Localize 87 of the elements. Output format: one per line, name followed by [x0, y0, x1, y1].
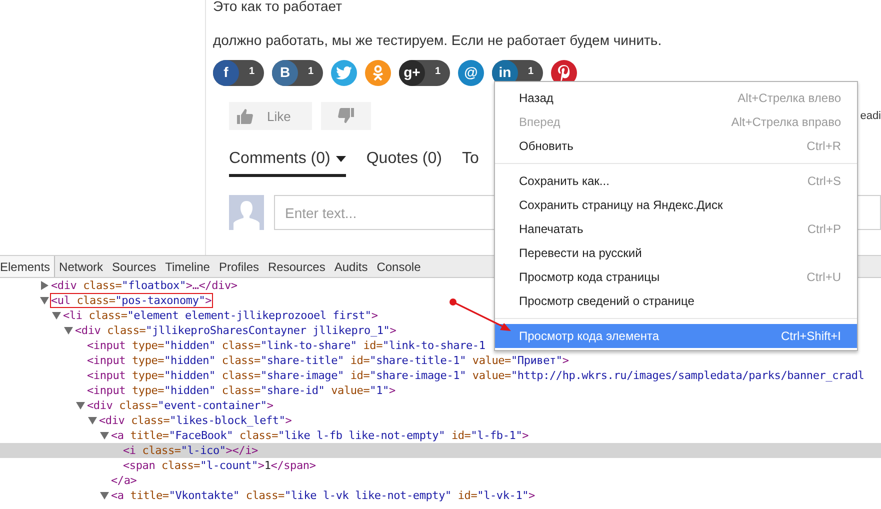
share-button[interactable]: B 1 — [272, 60, 323, 86]
code-line: </a> — [110, 473, 138, 488]
dislike-button[interactable] — [321, 102, 371, 130]
figure-icon — [372, 65, 384, 81]
devtools-tab[interactable]: Sources — [108, 256, 162, 277]
tree-row[interactable]: </a> — [0, 473, 138, 488]
menu-item-label: Вперед — [519, 115, 560, 129]
devtools-tab[interactable]: Elements — [0, 256, 56, 277]
menu-shortcut: Alt+Стрелка влево — [738, 91, 841, 105]
menu-item[interactable]: Назад Alt+Стрелка влево — [495, 86, 857, 110]
tree-row[interactable]: <span class="l-count">1</span> — [0, 458, 317, 473]
devtools-tab[interactable]: Network — [55, 256, 108, 277]
thumbs-down-icon — [338, 108, 354, 124]
disclosure-triangle-icon[interactable] — [40, 296, 49, 305]
bird-icon — [336, 66, 352, 80]
tree-row[interactable]: <div class="jllikeproSharesContayner jllikepro_1"> — [0, 323, 398, 338]
share-button[interactable]: @ — [458, 60, 484, 86]
avatar-icon — [229, 195, 264, 230]
disclosure-triangle-icon[interactable] — [100, 431, 109, 440]
code-line: <input type="hidden" class="share-title" id="share-title-1" value="Привет"> — [86, 353, 570, 368]
menu-item[interactable]: Просмотр сведений о странице — [495, 289, 857, 313]
menu-item-label: Напечатать — [519, 222, 584, 236]
devtools-tab[interactable]: Profiles — [214, 256, 264, 277]
menu-shortcut: Ctrl+Shift+I — [780, 329, 841, 343]
tree-row[interactable]: <ul class="pos-taxonomy"> — [0, 293, 213, 308]
menu-item-label: Обновить — [519, 139, 574, 153]
thumbs-up-icon — [237, 108, 253, 124]
code-line: <div class="jllikeproSharesContayner jllikepro_1"> — [74, 323, 398, 338]
disclosure-triangle-icon[interactable] — [76, 401, 85, 410]
annotation-arrow — [450, 298, 511, 331]
menu-item[interactable]: Обновить Ctrl+R — [495, 134, 857, 158]
tree-row[interactable]: <div class="event-container"> — [0, 398, 274, 413]
devtools-tab[interactable]: Audits — [330, 256, 373, 277]
paragraph: должно работать, мы же тестируем. Если не работает будем чинить. — [213, 32, 663, 48]
menu-item-label: Просмотр кода страницы — [519, 270, 660, 284]
tree-row[interactable]: <li class="element element-jllikeprozooel first"> — [0, 308, 379, 323]
devtools-tab[interactable]: Console — [372, 256, 426, 277]
code-line: <li class="element element-jllikeprozooel first"> — [62, 308, 379, 323]
disclosure-triangle-icon[interactable] — [52, 311, 61, 320]
menu-item-label: Сохранить страницу на Яндекс.Диск — [519, 198, 723, 212]
tree-row[interactable]: <input type="hidden" class="link-to-share" id="link-to-share-1 — [0, 338, 486, 353]
menu-item[interactable]: Просмотр кода страницы Ctrl+U — [495, 265, 857, 289]
comments-tab[interactable]: To — [462, 150, 479, 177]
share-button[interactable]: g+ 1 — [399, 60, 450, 86]
disclosure-triangle-icon[interactable] — [64, 326, 73, 335]
code-line: <a title="FaceBook" class="like l-fb like-not-empty" id="l-fb-1"> — [110, 428, 530, 443]
menu-item[interactable]: Сохранить страницу на Яндекс.Диск — [495, 193, 857, 217]
comments-tab[interactable]: Comments (0) — [229, 150, 346, 177]
code-line: <div class="likes-block_left"> — [98, 413, 293, 428]
menu-item-label: Просмотр кода элемента — [519, 329, 660, 343]
menu-shortcut: Alt+Стрелка вправо — [731, 115, 841, 129]
disclosure-triangle-icon[interactable] — [100, 491, 109, 500]
menu-shortcut: Ctrl+P — [807, 222, 841, 236]
tree-row[interactable]: <div class="floatbox">…</div> — [0, 278, 238, 293]
code-line: <input type="hidden" class="link-to-share" id="link-to-share-1 — [86, 338, 486, 353]
code-line: <i class="l-ico"></i> — [122, 443, 259, 458]
disclosure-triangle-icon[interactable] — [40, 281, 49, 290]
share-button[interactable] — [331, 60, 357, 86]
menu-shortcut: Ctrl+R — [806, 139, 841, 153]
code-line: <div class="event-container"> — [86, 398, 274, 413]
tree-row[interactable]: <input type="hidden" class="share-title" id="share-title-1" value="Привет"> — [0, 353, 570, 368]
menu-item[interactable]: Сохранить как... Ctrl+S — [495, 169, 857, 193]
menu-item-label: Просмотр сведений о странице — [519, 294, 694, 308]
code-line: <input type="hidden" class="share-id" value="1"> — [86, 383, 396, 398]
devtools-tab[interactable]: Resources — [264, 256, 330, 277]
menu-item[interactable]: Перевести на русский — [495, 241, 857, 265]
comments-tab[interactable]: Quotes (0) — [366, 150, 442, 177]
devtools-tab[interactable]: Timeline — [161, 256, 215, 277]
menu-item-label: Сохранить как... — [519, 174, 610, 188]
menu-shortcut: Ctrl+U — [806, 270, 841, 284]
code-line: <span class="l-count">1</span> — [122, 458, 317, 473]
heading-fragment: eadi — [860, 110, 881, 122]
caret-icon — [336, 156, 346, 162]
menu-item[interactable]: Напечатать Ctrl+P — [495, 217, 857, 241]
share-button[interactable]: f 1 — [213, 60, 264, 86]
disclosure-triangle-icon[interactable] — [88, 416, 97, 425]
code-line: <div class="floatbox">…</div> — [50, 278, 238, 293]
selected-tree-row[interactable]: <i class="l-ico"></i> — [0, 443, 881, 458]
tree-row[interactable]: <div class="likes-block_left"> — [0, 413, 293, 428]
tree-row[interactable]: <a title="FaceBook" class="like l-fb like-not-empty" id="l-fb-1"> — [0, 428, 530, 443]
menu-shortcut: Ctrl+S — [807, 174, 841, 188]
tree-row[interactable]: <input type="hidden" class="share-id" value="1"> — [0, 383, 396, 398]
tree-row[interactable]: <a title="Vkontakte" class="like l-vk like-not-empty" id="l-vk-1"> — [0, 488, 536, 503]
menu-item-label: Перевести на русский — [519, 246, 642, 260]
paragraph: Это как то работает — [213, 0, 344, 14]
code-line: <a title="Vkontakte" class="like l-vk like-not-empty" id="l-vk-1"> — [110, 488, 536, 503]
menu-item-label: Назад — [519, 91, 554, 105]
